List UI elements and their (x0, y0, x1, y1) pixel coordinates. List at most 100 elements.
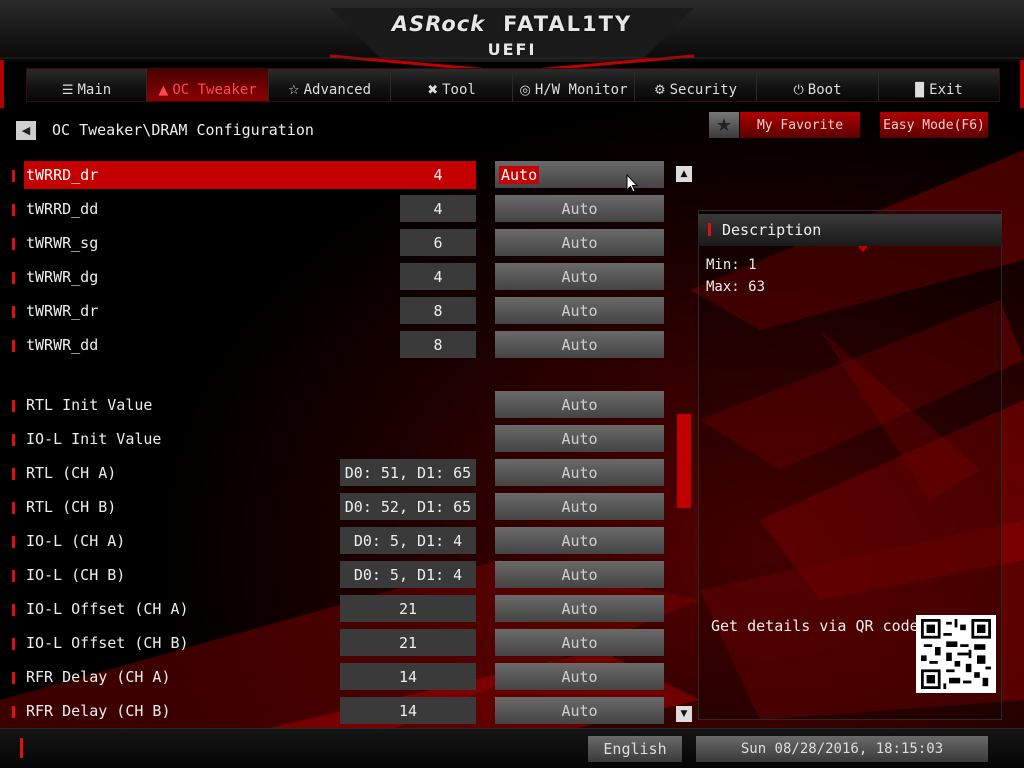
row-marker (12, 638, 15, 650)
back-button[interactable]: ◀ (16, 121, 36, 140)
setting-label: tWRRD_dr (26, 166, 99, 184)
setting-label: tWRWR_dd (26, 336, 99, 354)
setting-select[interactable]: Auto (495, 595, 664, 622)
setting-row-twrwr-dr[interactable]: tWRWR_dr 8 Auto (10, 297, 670, 325)
setting-select[interactable]: Auto (495, 263, 664, 290)
setting-row-twrwr-sg[interactable]: tWRWR_sg 6 Auto (10, 229, 670, 257)
setting-current-value: D0: 52, D1: 65 (340, 493, 476, 520)
setting-label: IO-L Init Value (26, 430, 162, 448)
setting-select[interactable]: Auto (495, 161, 664, 188)
tab-oc-tweaker[interactable]: ▲ OC Tweaker (147, 69, 269, 101)
setting-row-iol-offset-ch-b[interactable]: IO-L Offset (CH B) 21 Auto (10, 629, 670, 657)
language-button[interactable]: English (588, 736, 682, 762)
tab-boot[interactable]: ⏻ Boot (757, 69, 879, 101)
setting-select[interactable]: Auto (495, 561, 664, 588)
setting-row-rfr-delay-ch-b[interactable]: RFR Delay (CH B) 14 Auto (10, 697, 670, 725)
setting-label: tWRWR_dr (26, 302, 99, 320)
setting-current-value: 6 (400, 229, 476, 256)
row-marker (12, 536, 15, 548)
setting-select-value: Auto (499, 165, 540, 184)
setting-label: RFR Delay (CH B) (26, 702, 171, 720)
setting-select[interactable]: Auto (495, 195, 664, 222)
setting-current-value: 21 (340, 595, 476, 622)
setting-current-value: 21 (340, 629, 476, 656)
setting-row-twrrd-dd[interactable]: tWRRD_dd 4 Auto (10, 195, 670, 223)
tab-main[interactable]: ☰ Main (27, 69, 147, 101)
row-marker (12, 570, 15, 582)
setting-current-value: 14 (340, 663, 476, 690)
setting-select[interactable]: Auto (495, 697, 664, 724)
right-accent-bar (1020, 60, 1024, 108)
setting-select[interactable]: Auto (495, 527, 664, 554)
scroll-up-button[interactable]: ▲ (676, 166, 692, 182)
triangle-up-icon: ▲ (680, 169, 688, 179)
setting-select[interactable]: Auto (495, 425, 664, 452)
tab-security[interactable]: ⚙ Security (635, 69, 757, 101)
setting-row-rtl-init-value[interactable]: RTL Init Value Auto (10, 391, 670, 419)
tab-tool[interactable]: ✖ Tool (391, 69, 513, 101)
qr-code (916, 615, 996, 693)
setting-select[interactable]: Auto (495, 493, 664, 520)
tab-hw-monitor[interactable]: ◎ H/W Monitor (513, 69, 635, 101)
breadcrumb: OC Tweaker\DRAM Configuration (52, 121, 314, 139)
row-marker (12, 468, 15, 480)
description-header: Description (698, 214, 1002, 246)
tab-tool-label: Tool (442, 82, 476, 98)
triangle-down-icon: ▼ (680, 709, 688, 719)
setting-current-value: D0: 5, D1: 4 (340, 561, 476, 588)
setting-label: RFR Delay (CH A) (26, 668, 171, 686)
qr-caption: Get details via QR code (711, 617, 919, 635)
setting-row-rtl-ch-a[interactable]: RTL (CH A) D0: 51, D1: 65 Auto (10, 459, 670, 487)
setting-row-twrwr-dd[interactable]: tWRWR_dd 8 Auto (10, 331, 670, 359)
setting-row-iol-offset-ch-a[interactable]: IO-L Offset (CH A) 21 Auto (10, 595, 670, 623)
description-marker (708, 223, 711, 236)
star-icon: ★ (715, 114, 733, 136)
setting-row-iol-ch-a[interactable]: IO-L (CH A) D0: 5, D1: 4 Auto (10, 527, 670, 555)
tab-security-label: Security (669, 82, 738, 98)
setting-label: tWRRD_dd (26, 200, 99, 218)
mouse-cursor-icon (626, 174, 638, 193)
row-marker (12, 272, 15, 284)
setting-select[interactable]: Auto (495, 331, 664, 358)
datetime-display[interactable]: Sun 08/28/2016, 18:15:03 (696, 736, 988, 762)
setting-label: tWRWR_sg (26, 234, 99, 252)
easy-mode-button[interactable]: Easy Mode(F6) (880, 112, 988, 138)
row-marker (12, 204, 15, 216)
row-marker (12, 400, 15, 412)
setting-row-rtl-ch-b[interactable]: RTL (CH B) D0: 52, D1: 65 Auto (10, 493, 670, 521)
setting-row-iol-init-value[interactable]: IO-L Init Value Auto (10, 425, 670, 453)
tools-icon: ✖ (427, 82, 439, 98)
shield-icon: ⚙ (653, 82, 666, 98)
tab-advanced[interactable]: ☆ Advanced (269, 69, 391, 101)
my-favorite-button[interactable]: My Favorite (740, 112, 860, 138)
gauge-icon: ◎ (519, 82, 531, 98)
setting-select[interactable]: Auto (495, 459, 664, 486)
qr-code-icon (921, 619, 991, 689)
setting-select[interactable]: Auto (495, 297, 664, 324)
setting-select[interactable]: Auto (495, 663, 664, 690)
setting-label: IO-L (CH B) (26, 566, 126, 584)
row-marker (12, 238, 15, 250)
tab-exit[interactable]: ▉ Exit (879, 69, 999, 101)
setting-current-value: D0: 5, D1: 4 (340, 527, 476, 554)
setting-row-rfr-delay-ch-a[interactable]: RFR Delay (CH A) 14 Auto (10, 663, 670, 691)
tab-hw-monitor-label: H/W Monitor (534, 82, 628, 98)
row-marker (12, 604, 15, 616)
setting-current-value: 4 (400, 263, 476, 290)
setting-row-iol-ch-b[interactable]: IO-L (CH B) D0: 5, D1: 4 Auto (10, 561, 670, 589)
setting-select[interactable]: Auto (495, 229, 664, 256)
favorite-star-button[interactable]: ★ (709, 112, 739, 138)
setting-current-value: D0: 51, D1: 65 (340, 459, 476, 486)
main-tab-bar: ☰ Main ▲ OC Tweaker ☆ Advanced ✖ Tool ◎ … (26, 68, 1000, 102)
left-accent-bar (0, 60, 4, 108)
power-icon: ⏻ (793, 82, 804, 98)
setting-select[interactable]: Auto (495, 391, 664, 418)
setting-select[interactable]: Auto (495, 629, 664, 656)
tab-oc-tweaker-label: OC Tweaker (172, 82, 257, 98)
star-icon: ☆ (287, 82, 300, 98)
setting-row-twrrd-dr[interactable]: tWRRD_dr 4 Auto (10, 161, 670, 189)
setting-label: RTL Init Value (26, 396, 153, 414)
scroll-down-button[interactable]: ▼ (676, 706, 692, 722)
scrollbar-thumb[interactable] (677, 414, 691, 508)
setting-row-twrwr-dg[interactable]: tWRWR_dg 4 Auto (10, 263, 670, 291)
